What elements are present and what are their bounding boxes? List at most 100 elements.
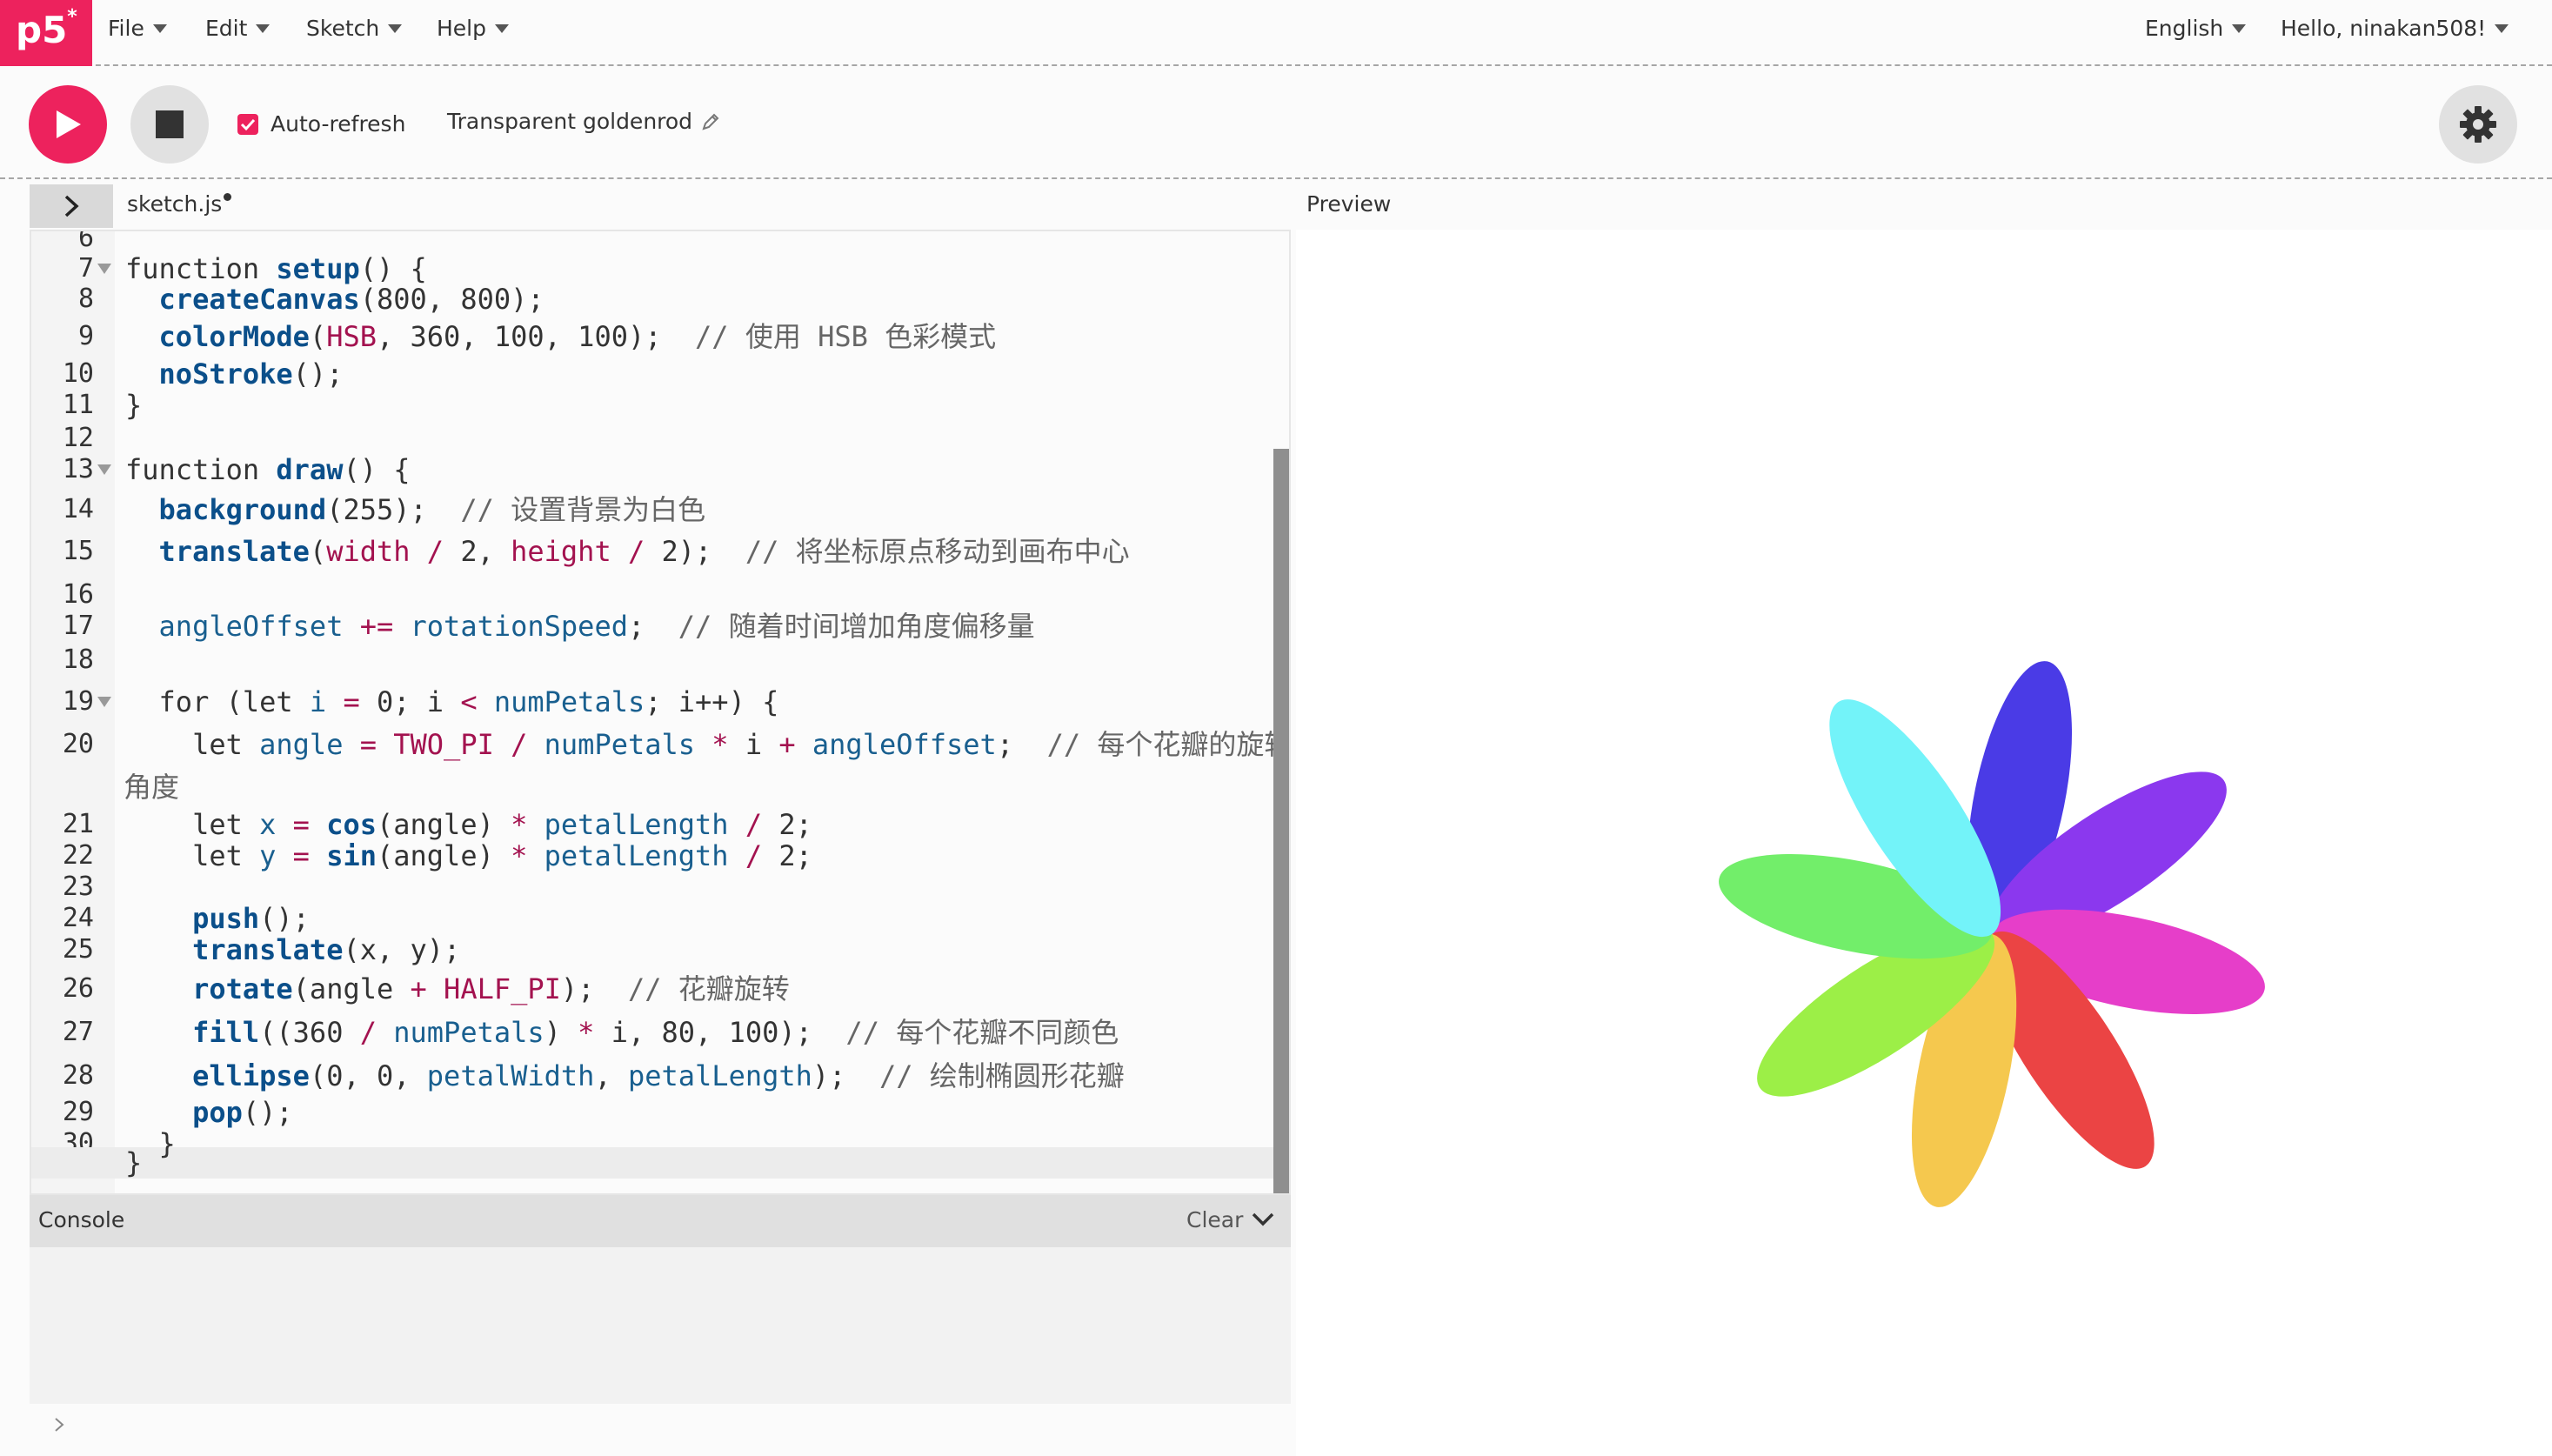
code-token: background xyxy=(158,493,327,526)
line-number: 24 xyxy=(62,903,94,933)
stop-button[interactable] xyxy=(130,85,209,164)
sketch-name[interactable]: Transparent goldenrod xyxy=(447,109,720,134)
code-token: , 360, 100, 100); xyxy=(376,320,696,353)
code-token: petalWidth xyxy=(426,1059,595,1092)
code-token: += xyxy=(343,610,411,643)
code-token: petalLength xyxy=(627,1059,812,1092)
line-number-gutter: 6 7 8 9 10 11 12 13 14 15 16 17 18 19 20 21 22 23 24 25 26 27… xyxy=(31,231,115,1193)
code-token: let xyxy=(125,839,260,872)
code-text: function draw() { xyxy=(125,454,411,485)
code-token: height xyxy=(511,535,611,568)
pencil-icon[interactable] xyxy=(701,112,720,131)
code-token: push xyxy=(192,902,260,935)
line-number: 15 xyxy=(62,536,94,566)
code-token: // 设置背景为白色 xyxy=(460,493,706,526)
user-menu[interactable]: Hello, ninakan508! xyxy=(2281,16,2509,41)
menu-edit[interactable]: Edit xyxy=(205,16,271,41)
play-icon xyxy=(57,110,81,138)
menu-file[interactable]: File xyxy=(108,16,167,41)
code-token: angleOffset xyxy=(812,728,997,761)
code-token: angle xyxy=(259,728,344,761)
code-text: colorMode(HSB, 360, 100, 100); // 使用 HSB… xyxy=(125,320,997,353)
fold-arrow-icon[interactable] xyxy=(97,264,111,274)
code-token: petalLength xyxy=(544,808,729,841)
code-token: petalLength xyxy=(544,839,729,872)
menu-sketch[interactable]: Sketch xyxy=(306,16,403,41)
code-token: ); xyxy=(812,1059,879,1092)
console-clear-button[interactable]: Clear xyxy=(1186,1207,1243,1232)
line-number: 7 xyxy=(77,253,94,284)
sidebar-toggle-button[interactable] xyxy=(30,184,113,228)
code-text: function setup() { xyxy=(125,253,427,284)
code-text: translate(x, y); xyxy=(125,934,460,965)
code-text: ellipse(0, 0, petalWidth, petalLength); … xyxy=(125,1060,1125,1092)
code-token: (); xyxy=(242,1096,293,1129)
code-token: // 将坐标原点移动到画布中心 xyxy=(745,535,1130,568)
console-input[interactable] xyxy=(30,1404,1291,1456)
line-number: 6 xyxy=(77,230,94,253)
code-token: * xyxy=(695,728,745,761)
language-label: English xyxy=(2145,16,2224,41)
chevron-down-icon[interactable] xyxy=(1251,1209,1275,1230)
code-token: rotationSpeed xyxy=(410,610,628,643)
p5-logo[interactable]: p5* xyxy=(0,0,92,66)
code-token: numPetals xyxy=(493,685,645,718)
code-token: (angle xyxy=(292,972,411,1005)
file-tab-label: sketch.js xyxy=(127,191,223,217)
code-token: } xyxy=(125,389,143,422)
code-token: cos xyxy=(326,808,377,841)
menu-help-label: Help xyxy=(437,16,486,41)
code-editor[interactable]: 6 7 8 9 10 11 12 13 14 15 16 17 18 19 20 21 22 23 24 25 26 27… xyxy=(30,230,1291,1195)
editor-scrollbar[interactable] xyxy=(1273,449,1289,1193)
code-token: + xyxy=(778,728,796,761)
line-number: 12 xyxy=(62,423,94,453)
file-tab-sketch-js[interactable]: sketch.js xyxy=(127,191,232,217)
code-token: sin xyxy=(326,839,377,872)
code-token: / xyxy=(410,535,461,568)
auto-refresh-toggle[interactable]: Auto-refresh xyxy=(237,111,405,137)
line-number: 13 xyxy=(62,454,94,484)
line-number: 9 xyxy=(77,321,94,351)
menu-help[interactable]: Help xyxy=(437,16,509,41)
code-token: rotate xyxy=(192,972,293,1005)
code-token: angleOffset xyxy=(158,610,344,643)
console-output xyxy=(30,1247,1291,1404)
gear-icon xyxy=(2460,106,2496,143)
chevron-right-icon xyxy=(55,1418,64,1432)
auto-refresh-checkbox[interactable] xyxy=(237,113,258,135)
preview-label: Preview xyxy=(1306,191,1392,217)
code-token: ( xyxy=(309,320,327,353)
play-button[interactable] xyxy=(29,85,107,164)
code-text: createCanvas(800, 800); xyxy=(125,284,544,315)
line-number: 22 xyxy=(62,840,94,871)
line-number: 29 xyxy=(62,1097,94,1127)
code-token: () { xyxy=(359,252,427,285)
unsaved-indicator xyxy=(224,193,232,201)
fold-arrow-icon[interactable] xyxy=(97,697,111,707)
code-token: 2); xyxy=(661,535,745,568)
line-number: 8 xyxy=(77,284,94,314)
preview-canvas[interactable] xyxy=(1296,230,2552,1456)
code-token: } xyxy=(125,1146,143,1179)
logo-text: p5 xyxy=(16,9,68,51)
code-text: fill((360 / numPetals) * i, 80, 100); //… xyxy=(125,1017,1119,1048)
code-token: * xyxy=(511,839,528,872)
code-token: 角度 xyxy=(124,771,180,804)
settings-button[interactable] xyxy=(2439,85,2517,164)
caret-down-icon xyxy=(388,23,403,33)
code-text: let y = sin(angle) * petalLength / 2; xyxy=(125,840,812,872)
code-token: noStroke xyxy=(158,357,293,391)
code-token: 2; xyxy=(778,839,812,872)
line-number: 14 xyxy=(62,494,94,524)
language-menu[interactable]: English xyxy=(2145,16,2247,41)
code-token: (angle) xyxy=(376,808,511,841)
fold-arrow-icon[interactable] xyxy=(97,464,111,475)
